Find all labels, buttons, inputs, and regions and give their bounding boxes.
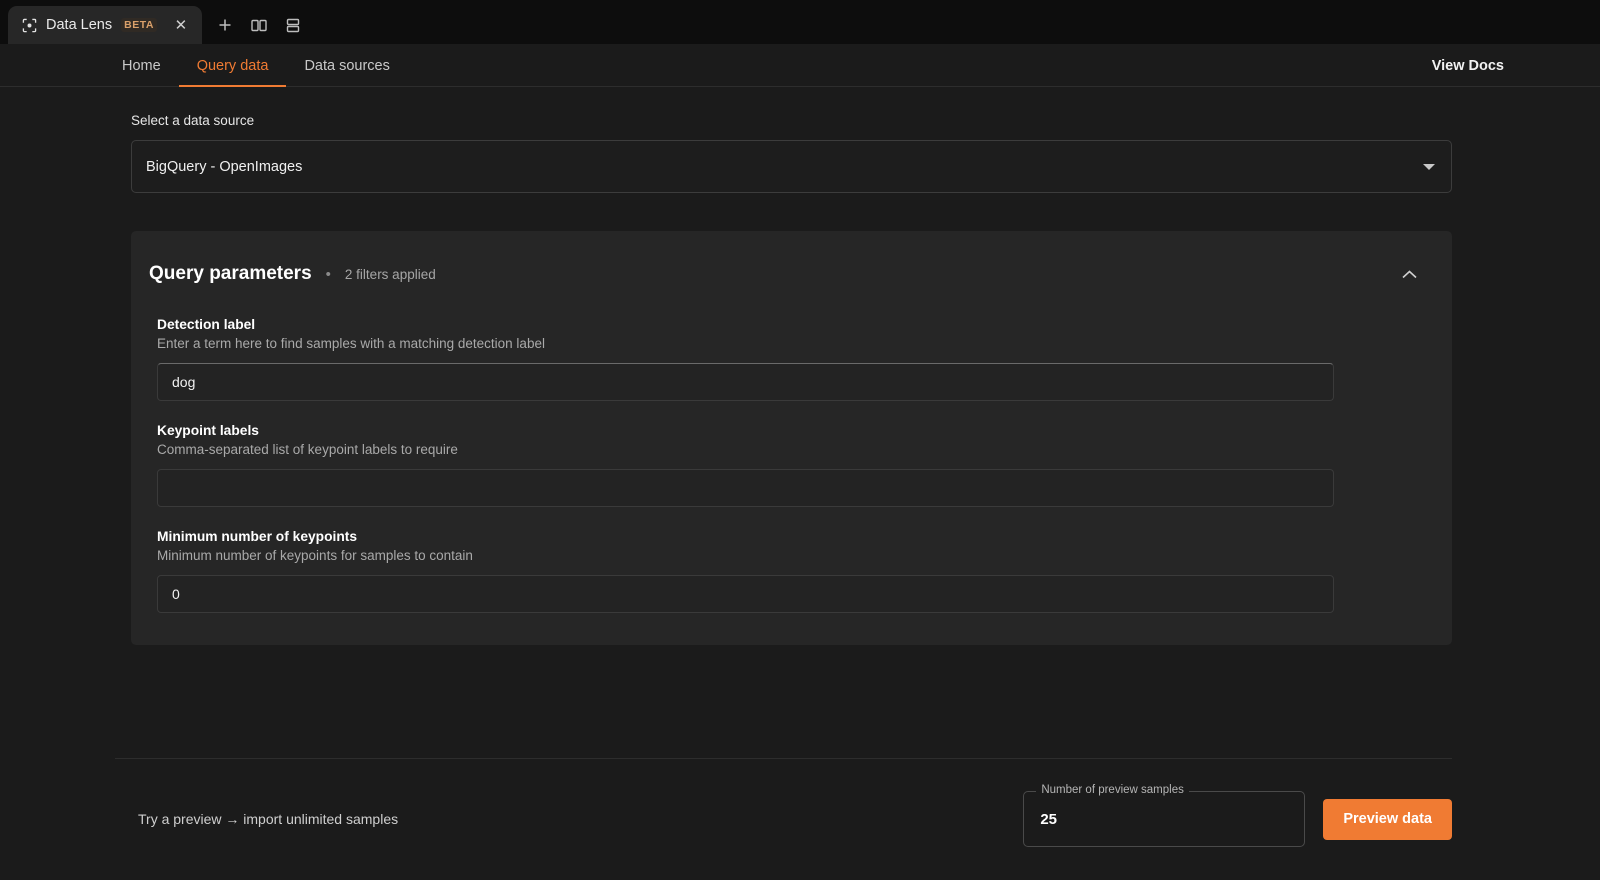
nav-tab-data-sources-label: Data sources <box>304 57 390 74</box>
browser-tab-data-lens[interactable]: Data Lens BETA ✕ <box>8 6 202 44</box>
field-minimum-keypoints: Minimum number of keypoints Minimum numb… <box>157 529 1334 613</box>
browser-tab-title: Data Lens <box>46 17 113 33</box>
chevron-up-icon[interactable] <box>1396 261 1422 287</box>
preview-samples-field[interactable]: Number of preview samples 25 <box>1023 784 1306 847</box>
minimum-keypoints-input[interactable]: 0 <box>157 575 1334 613</box>
app-page: Home Query data Data sources View Docs S… <box>0 44 1600 880</box>
header-separator: • <box>325 265 331 283</box>
preview-samples-legend: Number of preview samples <box>1036 784 1189 796</box>
new-tab-icon[interactable] <box>212 12 238 38</box>
page-footer: Try a preview → import unlimited samples… <box>0 758 1600 880</box>
query-parameters-panel: Query parameters • 2 filters applied Det… <box>131 231 1452 645</box>
view-docs-link[interactable]: View Docs <box>1432 58 1504 74</box>
field-detection-label: Detection label Enter a term here to fin… <box>157 317 1334 401</box>
footer-controls: Number of preview samples 25 Preview dat… <box>1023 784 1452 847</box>
nav-tab-home-label: Home <box>122 57 161 74</box>
preview-data-button[interactable]: Preview data <box>1323 798 1452 840</box>
page-content: Select a data source BigQuery - OpenImag… <box>0 87 1600 645</box>
main-nav: Home Query data Data sources View Docs <box>0 44 1600 87</box>
nav-tab-query-data-label: Query data <box>196 57 269 74</box>
detection-label-label: Detection label <box>157 317 256 332</box>
minimum-keypoints-label: Minimum number of keypoints <box>157 529 358 544</box>
scan-frame-icon <box>22 18 37 33</box>
nav-tab-data-sources[interactable]: Data sources <box>286 44 407 87</box>
filters-applied-status: 2 filters applied <box>344 266 436 282</box>
close-icon[interactable]: ✕ <box>172 16 190 34</box>
datasource-select[interactable]: BigQuery - OpenImages <box>131 140 1452 193</box>
browser-tab-actions <box>202 6 316 44</box>
minimum-keypoints-help: Minimum number of keypoints for samples … <box>157 548 473 563</box>
nav-tab-home[interactable]: Home <box>104 44 179 87</box>
nav-tabs: Home Query data Data sources <box>104 44 408 87</box>
nav-tab-query-data[interactable]: Query data <box>178 44 287 87</box>
detection-label-help: Enter a term here to find samples with a… <box>157 336 545 351</box>
split-vertical-icon[interactable] <box>246 12 272 38</box>
preview-samples-value: 25 <box>1040 810 1058 828</box>
keypoint-labels-help: Comma-separated list of keypoint labels … <box>157 442 458 457</box>
datasource-selected-value: BigQuery - OpenImages <box>146 158 303 175</box>
detection-label-input[interactable]: dog <box>157 363 1334 401</box>
page-title: Query parameters <box>149 263 312 284</box>
query-parameters-header[interactable]: Query parameters • 2 filters applied <box>131 257 1452 291</box>
nav-right: View Docs <box>1432 44 1504 87</box>
field-keypoint-labels: Keypoint labels Comma-separated list of … <box>157 423 1334 507</box>
browser-tab-bar: Data Lens BETA ✕ <box>0 0 1600 44</box>
datasource-label: Select a data source <box>131 113 255 128</box>
keypoint-labels-input[interactable] <box>157 469 1334 507</box>
split-horizontal-icon[interactable] <box>280 12 306 38</box>
beta-badge: BETA <box>121 18 157 32</box>
query-parameters-form: Detection label Enter a term here to fin… <box>131 291 1452 613</box>
keypoint-labels-label: Keypoint labels <box>157 423 259 438</box>
chevron-down-icon <box>1423 163 1435 170</box>
preview-hint-text: Try a preview → import unlimited samples <box>138 811 399 827</box>
